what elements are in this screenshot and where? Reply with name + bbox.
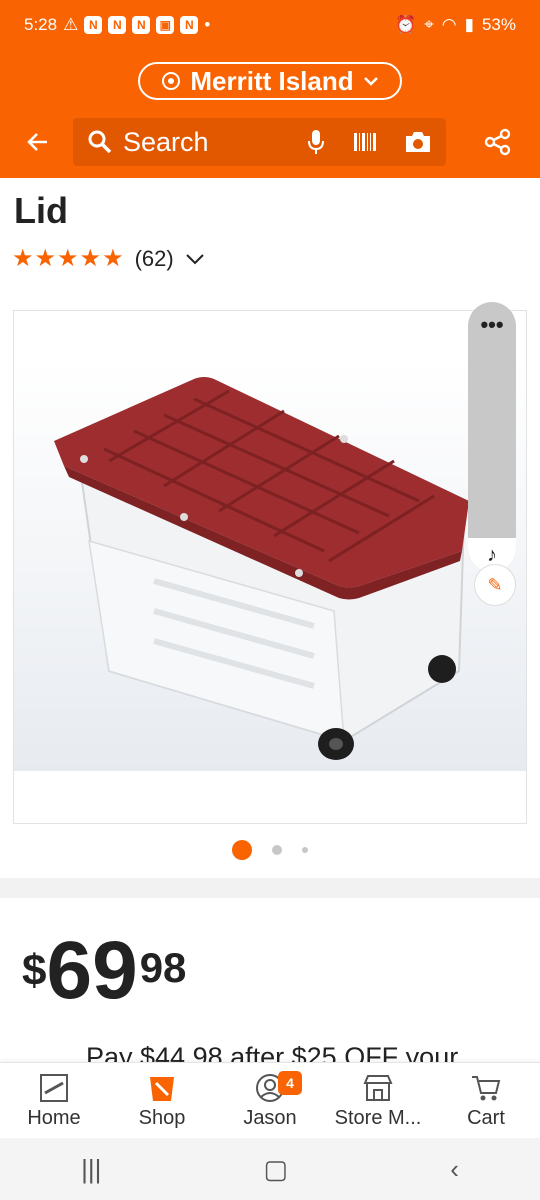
- back-button[interactable]: [18, 122, 58, 162]
- search-bar[interactable]: Search: [73, 118, 446, 166]
- bottom-navigation: Home Shop 4 Jason Store M... Cart: [0, 1062, 540, 1139]
- camera-icon[interactable]: [404, 130, 432, 154]
- app-header: Merritt Island Search: [0, 50, 540, 178]
- nav-account[interactable]: 4 Jason: [216, 1063, 324, 1139]
- battery-level: 53%: [481, 15, 516, 34]
- notification-icon: N: [84, 16, 103, 34]
- price-cents: 98: [139, 944, 187, 991]
- status-bar: 5:28 ⚠ N N N ▣ N • ⏰ ⌖ ◠ ▮ 53%: [0, 0, 540, 50]
- nav-home[interactable]: Home: [0, 1063, 108, 1139]
- home-button[interactable]: ▢: [264, 1154, 289, 1185]
- notification-icon: N: [180, 16, 199, 34]
- location-name: Merritt Island: [190, 65, 354, 96]
- nav-home-label: Home: [27, 1107, 81, 1129]
- wifi-icon: ◠: [441, 15, 457, 34]
- chevron-down-icon: [185, 253, 204, 264]
- search-placeholder: Search: [123, 126, 209, 157]
- storage-tote-image: [14, 361, 526, 771]
- nav-cart[interactable]: Cart: [432, 1063, 540, 1139]
- carousel-dot-active[interactable]: [232, 840, 252, 860]
- notification-badge: 4: [278, 1071, 302, 1095]
- section-divider: [0, 878, 540, 898]
- system-back-button[interactable]: ‹: [450, 1154, 459, 1185]
- more-notifications-icon: •: [204, 15, 211, 34]
- nav-cart-label: Cart: [467, 1107, 505, 1129]
- nav-store-label: Store M...: [334, 1107, 422, 1129]
- notification-icon: ▣: [156, 16, 175, 34]
- price-currency: $: [22, 946, 47, 995]
- product-image[interactable]: [13, 310, 527, 824]
- store-location-selector[interactable]: Merritt Island: [138, 62, 402, 100]
- arrow-left-icon: [27, 133, 47, 151]
- chevron-down-icon: [363, 77, 378, 86]
- store-icon: [363, 1075, 393, 1101]
- shop-bucket-icon: [150, 1077, 174, 1101]
- review-count: (62): [134, 245, 174, 271]
- nav-account-label: Jason: [243, 1107, 297, 1129]
- product-rating[interactable]: ★★★★★ (62): [12, 244, 206, 273]
- warning-icon: ⚠: [63, 15, 79, 34]
- status-time: 5:28: [24, 15, 58, 34]
- nav-shop-label: Shop: [138, 1107, 186, 1129]
- more-icon[interactable]: •••: [468, 312, 516, 338]
- nav-store[interactable]: Store M...: [324, 1063, 432, 1139]
- search-icon: [88, 130, 112, 154]
- barcode-scanner-icon[interactable]: [352, 131, 378, 153]
- notification-icon: N: [132, 16, 151, 34]
- share-icon: [484, 128, 511, 156]
- cart-icon: [472, 1076, 501, 1101]
- product-price: $ 69 98: [22, 930, 186, 1012]
- share-button[interactable]: [478, 122, 518, 162]
- home-depot-logo-icon: [40, 1074, 68, 1102]
- location-icon: ⌖: [424, 15, 434, 34]
- location-pin-icon: [162, 72, 181, 90]
- microphone-icon[interactable]: [306, 128, 326, 156]
- floating-panel[interactable]: ••• ♪: [468, 302, 516, 572]
- recent-apps-button[interactable]: |||: [81, 1154, 101, 1185]
- alarm-icon: ⏰: [395, 15, 417, 34]
- nav-shop[interactable]: Shop: [108, 1063, 216, 1139]
- notification-icon: N: [108, 16, 127, 34]
- system-navigation-bar: ||| ▢ ‹: [0, 1138, 540, 1200]
- carousel-dot[interactable]: [302, 847, 308, 853]
- edit-icon[interactable]: ✎: [474, 564, 516, 606]
- carousel-dot[interactable]: [272, 845, 282, 855]
- signal-icon: ▮: [464, 15, 474, 34]
- price-whole: 69: [46, 925, 138, 1016]
- image-carousel-indicator: [0, 840, 540, 860]
- product-title: Lid: [14, 190, 68, 231]
- rating-stars: ★★★★★: [12, 245, 125, 272]
